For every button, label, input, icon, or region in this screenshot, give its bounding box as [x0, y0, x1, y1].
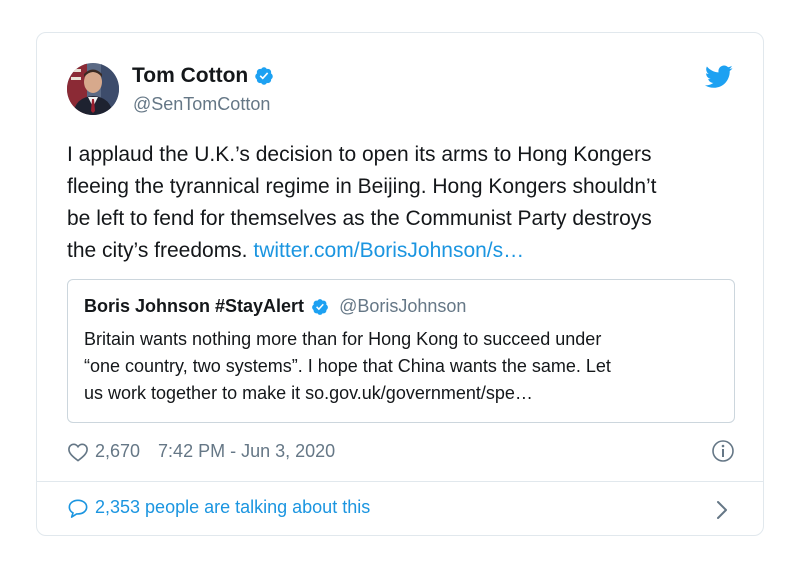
divider: [37, 481, 763, 482]
quoted-author-name: Boris Johnson #StayAlert: [84, 296, 305, 316]
tweet-link[interactable]: twitter.com/BorisJohnson/s…: [253, 239, 524, 262]
tweet-card: Tom Cotton @SenTomCotton I applaud the U…: [36, 32, 764, 536]
quoted-text-line: “one country, two systems”. I hope that …: [84, 356, 611, 376]
speech-bubble-icon: [68, 498, 88, 518]
tweet-text: I applaud the U.K.’s decision to open it…: [67, 139, 739, 267]
verified-badge-icon: [254, 66, 274, 86]
author-name[interactable]: Tom Cotton: [132, 64, 274, 88]
talking-text: 2,353 people are talking about this: [95, 497, 371, 517]
verified-badge-icon: [311, 298, 329, 316]
avatar[interactable]: [67, 63, 119, 115]
tweet-timestamp[interactable]: 7:42 PM - Jun 3, 2020: [158, 441, 335, 462]
quoted-tweet[interactable]: Boris Johnson #StayAlert @BorisJohnson B…: [67, 279, 735, 423]
quoted-text-line: Britain wants nothing more than for Hong…: [84, 329, 602, 349]
twitter-bird-icon[interactable]: [705, 65, 733, 89]
chevron-right-icon[interactable]: [715, 499, 729, 521]
tweet-text-last: the city’s freedoms.: [67, 239, 248, 262]
quoted-tweet-header: Boris Johnson #StayAlert @BorisJohnson: [84, 296, 466, 317]
tweet-text-line: fleeing the tyrannical regime in Beijing…: [67, 175, 657, 198]
quoted-author-handle: @BorisJohnson: [339, 296, 467, 316]
tweet-text-line: the city’s freedoms. twitter.com/BorisJo…: [67, 235, 739, 267]
tweet-meta: 2,670 7:42 PM - Jun 3, 2020: [67, 441, 335, 462]
heart-icon[interactable]: [67, 442, 89, 462]
author-name-text: Tom Cotton: [132, 64, 249, 87]
quoted-tweet-text: Britain wants nothing more than for Hong…: [84, 326, 724, 407]
like-count[interactable]: 2,670: [95, 441, 140, 462]
tweet-text-line: I applaud the U.K.’s decision to open it…: [67, 143, 652, 166]
quoted-text-line: us work together to make it so.gov.uk/go…: [84, 383, 533, 403]
talking-link[interactable]: 2,353 people are talking about this: [67, 497, 370, 518]
tweet-text-line: be left to fend for themselves as the Co…: [67, 207, 652, 230]
info-icon[interactable]: [711, 439, 735, 463]
author-handle[interactable]: @SenTomCotton: [133, 94, 270, 115]
